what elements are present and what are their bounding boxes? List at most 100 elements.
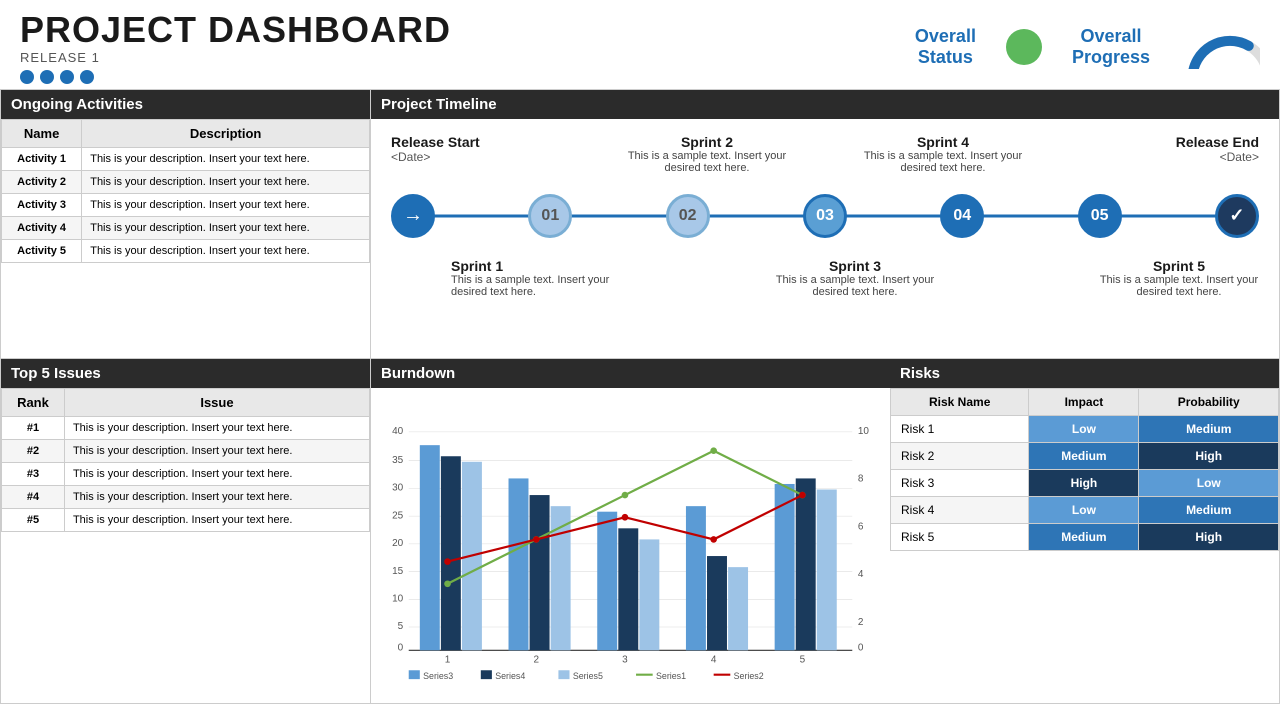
node-circle-03: 03 (803, 194, 847, 238)
risk-row: Risk 5 Medium High (891, 524, 1279, 551)
status-indicator (1006, 29, 1042, 65)
svg-text:20: 20 (392, 538, 404, 549)
ongoing-activities-section: Ongoing Activities Name Description Acti… (0, 89, 370, 360)
timeline-nodes: → 01 02 03 04 05 (391, 194, 1259, 238)
title-block: PROJECT DASHBOARD RELEASE 1 (20, 10, 915, 84)
svg-text:Series2: Series2 (734, 671, 764, 681)
issue-row: #2 This is your description. Insert your… (2, 440, 370, 463)
risk-name: Risk 1 (891, 416, 1029, 443)
svg-text:3: 3 (622, 655, 628, 666)
issue-rank: #3 (2, 463, 65, 486)
top-issues-section: Top 5 Issues Rank Issue #1 This is your … (0, 359, 370, 703)
status-block: OverallStatus OverallProgress (915, 24, 1260, 69)
risk-impact: Medium (1029, 443, 1139, 470)
risk-row: Risk 1 Low Medium (891, 416, 1279, 443)
issue-row: #1 This is your description. Insert your… (2, 417, 370, 440)
overall-progress: OverallProgress (1072, 26, 1150, 68)
svg-text:Series1: Series1 (656, 671, 686, 681)
risk-name: Risk 2 (891, 443, 1029, 470)
activity-row: Activity 4 This is your description. Ins… (2, 216, 370, 239)
main-title: PROJECT DASHBOARD (20, 10, 915, 50)
timeline-content: Release Start <Date> Sprint 2 This is a … (371, 119, 1279, 354)
issue-desc: This is your description. Insert your te… (64, 440, 369, 463)
issues-col-rank: Rank (2, 389, 65, 417)
node-circle-01: 01 (528, 194, 572, 238)
sprint1-label: Sprint 1 This is a sample text. Insert y… (451, 258, 611, 298)
issue-row: #5 This is your description. Insert your… (2, 509, 370, 532)
svg-text:40: 40 (392, 426, 404, 437)
risks-table: Risk Name Impact Probability Risk 1 Low … (890, 388, 1279, 551)
risk-impact: High (1029, 470, 1139, 497)
issue-rank: #4 (2, 486, 65, 509)
risk-probability: Medium (1139, 497, 1279, 524)
dot-3 (60, 70, 74, 84)
svg-text:1: 1 (445, 655, 451, 666)
risks-col-impact: Impact (1029, 389, 1139, 416)
burndown-content: 40 35 30 25 20 15 10 5 0 10 8 6 4 2 0 (371, 388, 890, 697)
risk-impact: Medium (1029, 524, 1139, 551)
activity-desc: This is your description. Insert your te… (82, 170, 370, 193)
node-01: 01 (528, 194, 572, 238)
risk-name: Risk 5 (891, 524, 1029, 551)
overall-progress-label: OverallProgress (1072, 26, 1150, 68)
activity-name: Activity 4 (2, 216, 82, 239)
node-arrow: → (391, 194, 435, 238)
risk-name: Risk 3 (891, 470, 1029, 497)
burndown-chart: 40 35 30 25 20 15 10 5 0 10 8 6 4 2 0 (381, 398, 880, 687)
issue-desc: This is your description. Insert your te… (64, 417, 369, 440)
issue-rank: #5 (2, 509, 65, 532)
issue-rank: #1 (2, 417, 65, 440)
risks-header: Risks (890, 359, 1279, 388)
dot-4 (80, 70, 94, 84)
risk-probability: High (1139, 524, 1279, 551)
node-03: 03 (803, 194, 847, 238)
activity-row: Activity 1 This is your description. Ins… (2, 147, 370, 170)
burndown-section: Burndown 40 35 30 25 20 15 10 5 0 10 8 6… (370, 359, 890, 703)
risk-row: Risk 2 Medium High (891, 443, 1279, 470)
header: PROJECT DASHBOARD RELEASE 1 OverallStatu… (0, 0, 1280, 89)
activities-col-name: Name (2, 119, 82, 147)
activity-name: Activity 2 (2, 170, 82, 193)
node-circle-05: 05 (1078, 194, 1122, 238)
timeline-header: Project Timeline (371, 90, 1279, 119)
ongoing-activities-header: Ongoing Activities (1, 90, 370, 119)
svg-text:5: 5 (398, 621, 404, 632)
timeline-top-labels: Release Start <Date> Sprint 2 This is a … (391, 134, 1259, 174)
risk-row: Risk 3 High Low (891, 470, 1279, 497)
issue-rank: #2 (2, 440, 65, 463)
risk-name: Risk 4 (891, 497, 1029, 524)
svg-text:6: 6 (858, 522, 864, 533)
release-end-label: Release End <Date> (1099, 134, 1259, 174)
activity-name: Activity 1 (2, 147, 82, 170)
sprint4-label-top: Sprint 4 This is a sample text. Insert y… (863, 134, 1023, 174)
svg-text:35: 35 (392, 455, 404, 466)
svg-text:Series5: Series5 (573, 671, 603, 681)
activity-desc: This is your description. Insert your te… (82, 147, 370, 170)
risks-section: Risks Risk Name Impact Probability Risk … (890, 359, 1280, 703)
risks-col-probability: Probability (1139, 389, 1279, 416)
svg-text:10: 10 (392, 594, 404, 605)
svg-text:Series3: Series3 (423, 671, 453, 681)
issues-col-issue: Issue (64, 389, 369, 417)
progress-gauge (1180, 24, 1260, 69)
svg-text:10: 10 (858, 426, 870, 437)
activity-desc: This is your description. Insert your te… (82, 216, 370, 239)
svg-text:0: 0 (398, 642, 404, 653)
sprint5-label: Sprint 5 This is a sample text. Insert y… (1099, 258, 1259, 298)
overall-status: OverallStatus (915, 26, 976, 68)
risks-col-name: Risk Name (891, 389, 1029, 416)
svg-text:5: 5 (800, 655, 806, 666)
activity-desc: This is your description. Insert your te… (82, 239, 370, 262)
overall-status-label: OverallStatus (915, 26, 976, 68)
dot-2 (40, 70, 54, 84)
node-05: 05 (1078, 194, 1122, 238)
svg-text:0: 0 (858, 642, 864, 653)
node-check: ✓ (1215, 194, 1259, 238)
arrow-circle: → (391, 194, 435, 238)
issue-desc: This is your description. Insert your te… (64, 486, 369, 509)
dot-1 (20, 70, 34, 84)
node-02: 02 (666, 194, 710, 238)
activities-table: Name Description Activity 1 This is your… (1, 119, 370, 263)
activity-name: Activity 3 (2, 193, 82, 216)
risk-probability: Medium (1139, 416, 1279, 443)
